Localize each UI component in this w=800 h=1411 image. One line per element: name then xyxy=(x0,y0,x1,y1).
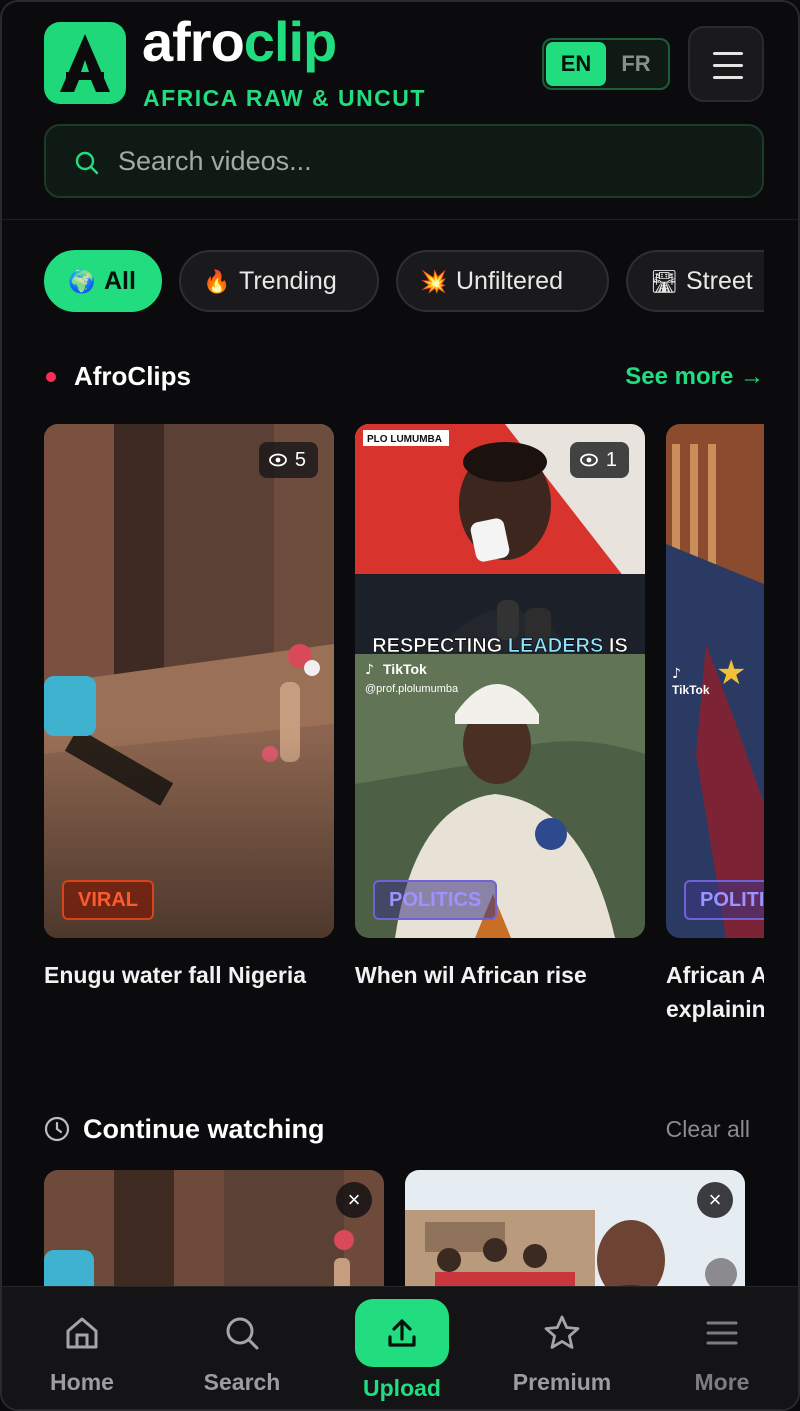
clock-icon xyxy=(44,1116,70,1142)
remove-close-icon[interactable]: × xyxy=(697,1182,733,1218)
video-title[interactable]: Enugu water fall Nigeria xyxy=(44,958,334,992)
section-title: Continue watching xyxy=(83,1114,325,1144)
tiktok-handle: @prof.plolumumba xyxy=(365,683,459,695)
search-icon xyxy=(226,1317,259,1350)
thumbnail-image: ★ ♪ TikTok xyxy=(666,424,764,938)
thumbnail-image xyxy=(405,1170,745,1290)
video-title-line: explainin xyxy=(666,996,764,1022)
category-badge: POLITICS xyxy=(373,880,498,920)
menu-icon xyxy=(706,1321,738,1345)
video-card[interactable]: ★ ♪ TikTok POLITIC African A explainin xyxy=(666,424,764,1026)
chip-trending[interactable]: 🔥 Trending xyxy=(179,250,379,312)
chip-street[interactable]: 🛣 Street xyxy=(626,250,764,312)
brand-tagline: AFRICA RAW & UNCUT xyxy=(143,85,426,111)
lang-en-button[interactable]: EN xyxy=(546,42,606,86)
brand-part-clip: clip xyxy=(243,10,337,73)
category-chips: 🌍 All 🔥 Trending 💥 Unfiltered 🛣 Street xyxy=(44,250,764,314)
eye-icon xyxy=(579,453,598,467)
video-thumbnail[interactable]: ★ ♪ TikTok POLITIC xyxy=(666,424,764,938)
live-dot xyxy=(46,372,56,382)
caption-part: RESPECTING xyxy=(372,635,508,657)
upload-button[interactable] xyxy=(355,1299,449,1367)
search-icon xyxy=(75,151,99,175)
nav-upload[interactable]: Upload xyxy=(322,1287,482,1409)
tiktok-icon: ♪ xyxy=(365,662,374,678)
afroclips-carousel: 5 VIRAL Enugu water fall Nigeria PLO LUM… xyxy=(44,424,764,1034)
overlay-caption: RESPECTING LEADERS IS xyxy=(372,635,628,657)
continue-watching-card[interactable]: × xyxy=(405,1170,745,1290)
continue-watching-list: × × xyxy=(44,1170,764,1290)
home-icon xyxy=(66,1317,98,1349)
chip-label: Unfiltered xyxy=(456,267,563,295)
nav-label: Home xyxy=(50,1369,114,1395)
globe-icon: 🌍 xyxy=(68,269,96,294)
fire-icon: 🔥 xyxy=(203,269,231,294)
clear-all-button[interactable]: Clear all xyxy=(666,1116,750,1143)
nav-label: More xyxy=(694,1369,750,1395)
view-count: 1 xyxy=(569,442,629,478)
video-title[interactable]: African A explainin xyxy=(666,958,764,1026)
brand-part-afro: afro xyxy=(142,10,245,73)
tiktok-logo: TikTok xyxy=(383,661,427,677)
star-icon xyxy=(544,1315,580,1349)
section-title: AfroClips xyxy=(74,361,191,391)
upload-icon xyxy=(388,1319,416,1347)
caption-part: IS xyxy=(603,635,627,657)
video-title[interactable]: When wil African rise xyxy=(355,958,645,992)
category-badge: VIRAL xyxy=(62,880,154,920)
tiktok-logo: TikTok xyxy=(672,683,710,697)
nav-more[interactable]: More xyxy=(642,1287,798,1409)
star-decoration: ★ xyxy=(716,653,746,693)
video-card[interactable]: 5 VIRAL Enugu water fall Nigeria xyxy=(44,424,334,992)
search-input[interactable]: Search videos... xyxy=(44,124,764,198)
menu-line xyxy=(713,64,743,67)
video-thumbnail[interactable]: PLO LUMUMBA RESPECTING LEADERS IS TikTok… xyxy=(355,424,645,938)
view-count-value: 1 xyxy=(605,449,617,471)
menu-line xyxy=(713,52,743,55)
nav-search[interactable]: Search xyxy=(162,1287,322,1409)
chip-all[interactable]: 🌍 All xyxy=(44,250,162,312)
remove-close-icon[interactable]: × xyxy=(336,1182,372,1218)
view-count-value: 5 xyxy=(294,449,306,471)
caption-highlight: LEADERS xyxy=(508,635,604,657)
afroclips-section-header: AfroClips See more → xyxy=(44,357,764,397)
language-toggle: EN FR xyxy=(542,38,670,90)
eye-icon xyxy=(268,453,287,467)
video-thumbnail[interactable]: 5 VIRAL xyxy=(44,424,334,938)
brand-wordmark[interactable]: afroclip xyxy=(142,14,337,70)
chip-unfiltered[interactable]: 💥 Unfiltered xyxy=(396,250,609,312)
header: afroclip AFRICA RAW & UNCUT EN FR Search… xyxy=(2,2,798,220)
thumbnail-image xyxy=(44,1170,384,1290)
video-title-line: African A xyxy=(666,962,764,988)
road-icon: 🛣 xyxy=(650,269,678,294)
overlay-tag: PLO LUMUMBA xyxy=(367,434,442,445)
menu-line xyxy=(713,76,743,79)
nav-home[interactable]: Home xyxy=(2,1287,162,1409)
nav-label: Upload xyxy=(363,1375,441,1401)
continue-watching-header: Continue watching Clear all xyxy=(44,1110,764,1150)
see-more-link[interactable]: See more → xyxy=(625,363,764,391)
video-card[interactable]: PLO LUMUMBA RESPECTING LEADERS IS TikTok… xyxy=(355,424,645,992)
logo-icon[interactable] xyxy=(44,22,126,104)
nav-label: Premium xyxy=(512,1369,612,1395)
thumbnail-image: PLO LUMUMBA RESPECTING LEADERS IS TikTok… xyxy=(355,424,645,938)
chip-label: Trending xyxy=(239,267,337,295)
chip-label: All xyxy=(104,267,136,295)
app-frame: afroclip AFRICA RAW & UNCUT EN FR Search… xyxy=(0,0,800,1411)
tiktok-icon: ♪ xyxy=(672,666,681,682)
explosion-icon: 💥 xyxy=(420,269,448,294)
category-badge: POLITIC xyxy=(684,880,764,920)
lang-fr-button[interactable]: FR xyxy=(606,42,666,86)
search-placeholder: Search videos... xyxy=(118,146,312,176)
nav-premium[interactable]: Premium xyxy=(482,1287,642,1409)
thumbnail-image xyxy=(44,424,334,938)
bottom-nav: Home Search Upload Premium More xyxy=(2,1286,798,1409)
hamburger-menu-button[interactable] xyxy=(688,26,764,102)
view-count: 5 xyxy=(258,442,318,478)
continue-watching-card[interactable]: × xyxy=(44,1170,384,1290)
nav-label: Search xyxy=(203,1369,281,1395)
chip-label: Street xyxy=(686,267,753,295)
